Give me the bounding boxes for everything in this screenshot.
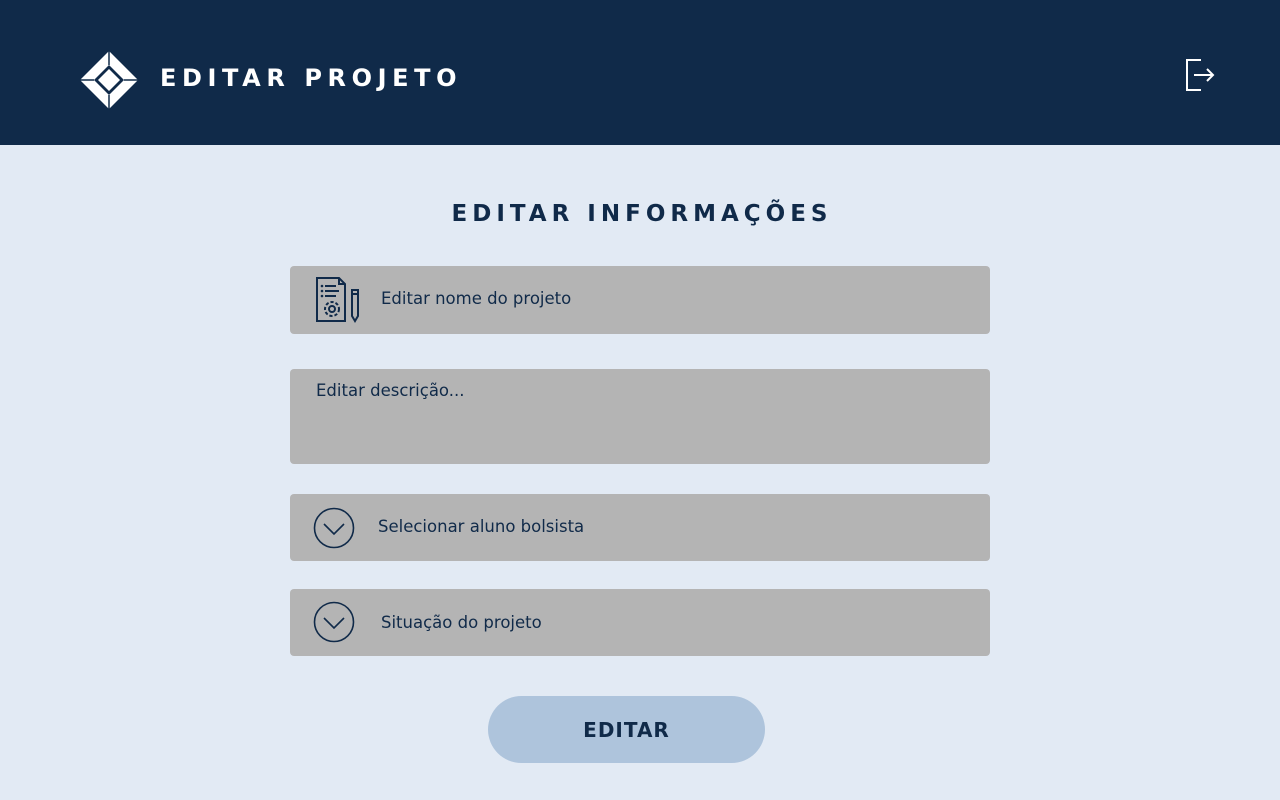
app-header: EDITAR PROJETO: [0, 0, 1280, 145]
description-textarea[interactable]: Editar descrição...: [290, 369, 990, 464]
document-settings-icon: [316, 277, 359, 323]
description-placeholder: Editar descrição...: [316, 381, 465, 400]
section-title: EDITAR INFORMAÇÕES: [451, 201, 833, 227]
chevron-down-circle-icon: [313, 601, 355, 643]
project-status-placeholder: Situação do projeto: [381, 613, 542, 632]
project-status-select[interactable]: Situação do projeto: [290, 589, 990, 656]
scholarship-student-select[interactable]: Selecionar aluno bolsista: [290, 494, 990, 561]
scholarship-student-placeholder: Selecionar aluno bolsista: [378, 517, 585, 536]
project-name-input[interactable]: Editar nome do projeto: [290, 266, 990, 334]
project-name-placeholder: Editar nome do projeto: [381, 289, 572, 308]
logout-icon[interactable]: [1184, 58, 1216, 92]
diamond-logo-icon: [80, 51, 138, 109]
page-title: EDITAR PROJETO: [160, 64, 463, 92]
edit-button[interactable]: EDITAR: [488, 696, 765, 763]
chevron-down-circle-icon: [313, 507, 355, 549]
